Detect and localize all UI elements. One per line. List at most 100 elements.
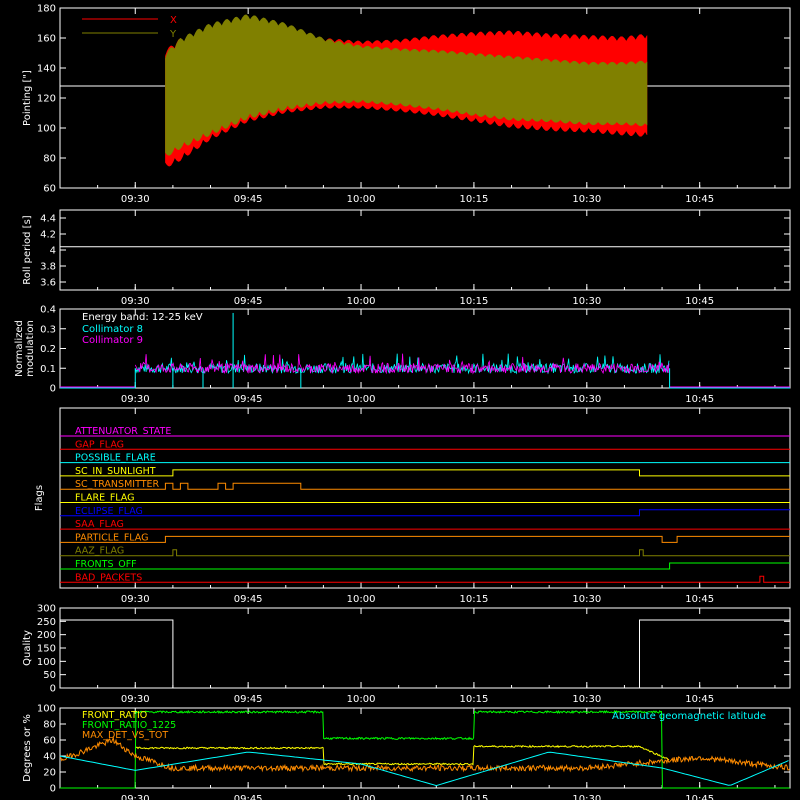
y-tick-label: 50 [43,670,56,681]
multi-panel-plot: 60 80 100 120 140 160 180 Pointing ["] 09:30 09:4… [14,4,791,800]
y-tick-label: 20 [43,768,56,779]
y-tick-label: 0.3 [40,324,56,335]
flag-label: SAA_FLAG [75,519,124,530]
x-tick-label: 10:00 [347,594,376,605]
y-tick-label: 3.8 [40,262,56,273]
x-tick-label: 10:15 [460,794,489,800]
x-tick-label: 10:30 [572,394,601,405]
x-tick-label: 10:00 [347,694,376,705]
y-tick-label: 3.6 [40,278,56,289]
y-tick-label: 180 [37,4,56,15]
y-tick-label: 4 [50,246,56,257]
x-tick-label: 10:00 [347,194,376,205]
panel-ratios: 0 20 40 60 80 100 Degrees or % 09:30 09:45 10:00 1… [22,704,791,800]
flag-label: FRONTS_OFF [75,559,137,570]
panel-quality: 0 50 100 150 200 250 300 Quality 09:30 09:45 10:00… [22,604,791,705]
y-tick-label: 100 [37,657,56,668]
flag-label: AAZ_FLAG [75,546,124,557]
flag-line-sc-transmitter [60,482,790,490]
x-tick-label: 10:15 [460,296,489,307]
x-tick-label: 10:30 [572,694,601,705]
y-tick-label: 140 [37,64,56,75]
y-axis-label: Quality [22,630,33,666]
flag-line-fronts-off [60,562,790,570]
y-tick-label: 0.4 [40,305,56,316]
ratio-series-front-ratio [134,744,670,766]
quality-line [60,619,790,689]
y-tick-label: 4.4 [40,214,56,225]
x-tick-label: 10:45 [685,594,714,605]
flag-label: PARTICLE_FLAG [75,532,148,543]
y-tick-label: 0 [50,784,56,795]
x-tick-label: 10:45 [685,794,714,800]
flag-label: SC_IN_SUNLIGHT [75,466,156,477]
x-tick-label: 10:15 [460,594,489,605]
flag-label: FLARE_FLAG [75,493,135,504]
legend-label: Collimator 9 [82,335,143,346]
x-tick-label: 09:45 [234,794,263,800]
flag-line-aaz-flag [60,549,790,557]
flag-line-bad-packets [60,575,790,583]
x-tick-label: 09:30 [121,594,150,605]
x-tick-label: 09:45 [234,694,263,705]
y-axis-label: Flags [34,485,45,511]
x-tick-label: 10:30 [572,296,601,307]
geomagnetic-latitude-annotation: Absolute geomagnetic latitude [612,711,766,722]
y-tick-label: 100 [37,124,56,135]
flag-line-particle-flag [60,535,790,543]
flag-label: ATTENUATOR_STATE [75,426,171,437]
legend-label: Collimator 8 [82,324,143,335]
y-tick-label: 4.2 [40,230,56,241]
x-tick-label: 09:30 [121,694,150,705]
y-axis-label: modulation [25,320,36,377]
y-tick-label: 200 [37,630,56,641]
x-tick-label: 09:45 [234,594,263,605]
y-tick-label: 150 [37,644,56,655]
y-tick-label: 0 [50,384,56,395]
y-tick-label: 0.2 [40,344,56,355]
x-tick-label: 09:30 [121,794,150,800]
y-tick-label: 60 [43,184,56,195]
y-tick-label: 300 [37,604,56,615]
x-tick-label: 10:00 [347,394,376,405]
ratio-series-max-det-vs-tot [59,736,791,773]
x-tick-label: 09:45 [234,394,263,405]
flag-label: POSSIBLE_FLARE [75,453,156,464]
flag-line-sc-in-sunlight [60,469,790,477]
x-tick-label: 10:15 [460,194,489,205]
y-tick-label: 250 [37,617,56,628]
y-tick-label: 100 [37,704,56,715]
flag-line-eclipse-flag [60,509,790,517]
y-tick-label: 0 [50,684,56,695]
x-tick-label: 10:45 [685,296,714,307]
y-axis-label: Degrees or % [22,714,33,782]
y-tick-label: 40 [43,752,56,763]
x-tick-label: 10:15 [460,394,489,405]
y-tick-label: 60 [43,736,56,747]
flag-label: GAP_FLAG [75,439,124,450]
legend-label: Y [169,29,177,40]
y-tick-label: 0.1 [40,364,56,375]
x-tick-label: 10:15 [460,694,489,705]
x-tick-label: 09:30 [121,194,150,205]
x-tick-label: 09:45 [234,194,263,205]
x-tick-label: 10:30 [572,794,601,800]
y-tick-label: 120 [37,94,56,105]
panel-modulation: 0 0.1 0.2 0.3 0.4 Normalized modulation 09:30 09… [14,305,791,405]
panel-pointing: 60 80 100 120 140 160 180 Pointing ["] 09:30 09:4… [22,4,791,205]
x-tick-label: 09:30 [121,296,150,307]
y-tick-label: 80 [43,154,56,165]
x-tick-label: 10:45 [685,394,714,405]
x-tick-label: 10:45 [685,194,714,205]
x-tick-label: 09:30 [121,394,150,405]
legend-label: MAX_DET_VS_TOT [82,730,168,741]
flag-label: ECLIPSE_FLAG [75,506,143,517]
y-axis-label: Roll period [s] [22,215,33,284]
x-tick-label: 10:00 [347,296,376,307]
x-tick-label: 10:00 [347,794,376,800]
x-tick-label: 10:30 [572,194,601,205]
y-axis-label: Normalized [14,320,25,377]
y-axis-label: Pointing ["] [22,70,33,126]
flag-label: BAD_PACKETS [75,572,142,583]
x-tick-label: 10:30 [572,594,601,605]
